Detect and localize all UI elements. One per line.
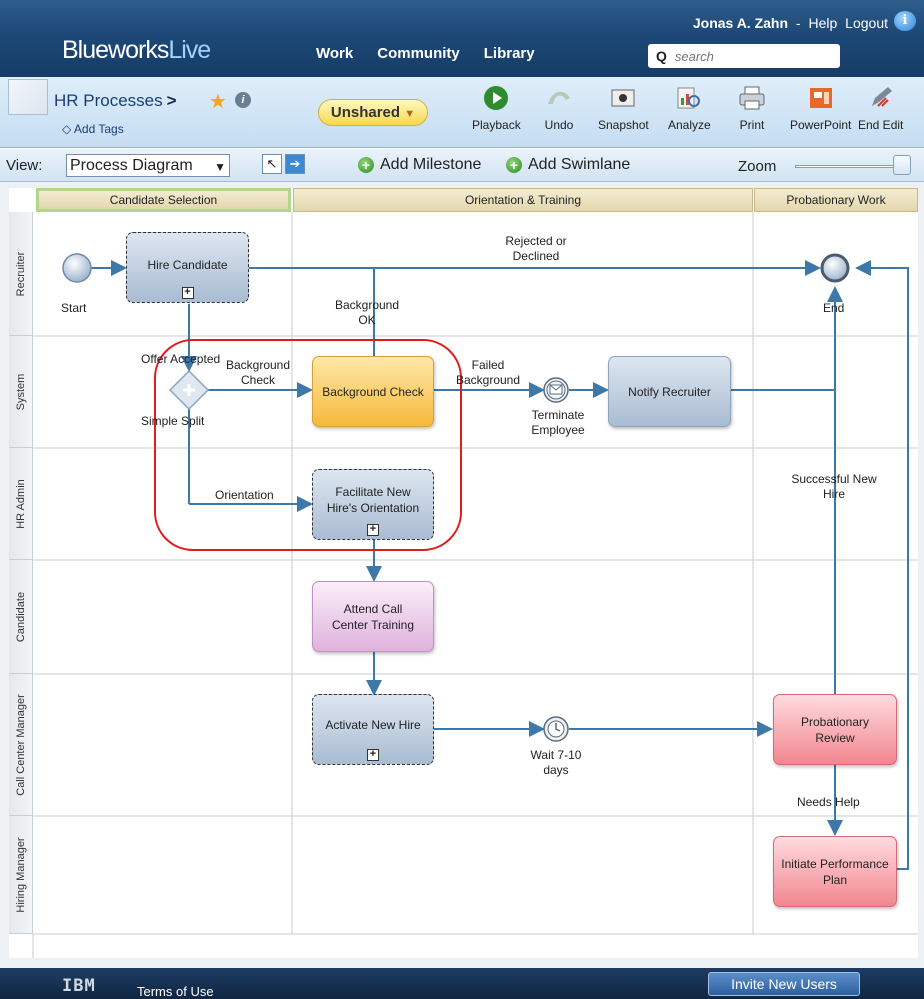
ibm-logo[interactable]: IBM <box>62 976 96 996</box>
plus-icon: + <box>506 157 522 173</box>
user-name[interactable]: Jonas A. Zahn <box>693 15 788 31</box>
help-info-icon[interactable]: i <box>894 11 916 31</box>
powerpoint-icon <box>806 83 836 113</box>
powerpoint-button[interactable]: PowerPoint <box>790 83 851 132</box>
simple-split-label: Simple Split <box>141 414 205 428</box>
task-activate-new-hire[interactable]: Activate New Hire + <box>312 694 434 765</box>
breadcrumb: HR Processes > <box>54 91 177 111</box>
plus-icon: + <box>358 157 374 173</box>
select-tool-icon[interactable]: ↖ <box>262 154 282 174</box>
favorite-star-icon[interactable]: ★ <box>209 89 227 114</box>
nav-community[interactable]: Community <box>377 45 460 62</box>
terminate-employee-label: Terminate Employee <box>531 408 585 437</box>
invite-new-users-button[interactable]: Invite New Users <box>708 972 860 996</box>
logo-main: Blueworks <box>62 36 169 64</box>
flow-label-background-ok: Background OK <box>334 298 400 327</box>
camera-icon <box>608 83 638 113</box>
breadcrumb-separator: > <box>166 91 177 110</box>
user-links: Jonas A. Zahn - Help Logout <box>692 15 888 31</box>
zoom-slider-track[interactable] <box>795 165 899 168</box>
flow-label-needs-help: Needs Help <box>797 795 860 809</box>
end-event <box>820 253 850 283</box>
terminate-message-event <box>543 377 569 403</box>
connect-tool-icon[interactable]: ➔ <box>285 154 305 174</box>
printer-icon <box>737 83 767 113</box>
share-status-button[interactable]: Unshared ▼ <box>318 99 428 126</box>
flow-label-offer-accepted: Offer Accepted <box>141 352 221 366</box>
add-milestone-button[interactable]: + Add Milestone <box>358 156 481 174</box>
logo-accent: Live <box>168 36 211 64</box>
nav-library[interactable]: Library <box>484 45 535 62</box>
end-label: End <box>823 301 845 315</box>
task-hire-candidate[interactable]: Hire Candidate + <box>126 232 249 303</box>
app-logo[interactable]: BlueworksLive <box>62 36 211 65</box>
undo-icon <box>544 83 574 113</box>
print-button[interactable]: Print <box>737 83 767 132</box>
tag-icon: ◇ <box>62 122 72 136</box>
top-banner: Jonas A. Zahn - Help Logout i BlueworksL… <box>0 0 924 77</box>
add-swimlane-button[interactable]: + Add Swimlane <box>506 156 630 174</box>
flow-label-successful-hire: Successful New Hire <box>791 472 877 501</box>
chevron-down-icon: ▼ <box>214 160 226 174</box>
task-probationary-review[interactable]: Probationary Review <box>773 694 897 765</box>
flow-label-failed-background: Failed Background <box>455 358 521 387</box>
analyze-icon <box>674 83 704 113</box>
expand-subprocess-icon[interactable]: + <box>181 287 194 299</box>
expand-subprocess-icon[interactable]: + <box>367 749 379 761</box>
undo-button[interactable]: Undo <box>544 83 574 132</box>
play-icon <box>481 83 511 113</box>
flow-label-background-check: Background Check <box>225 358 291 387</box>
help-link[interactable]: Help <box>808 15 837 31</box>
view-bar: View: Process Diagram ▼ ↖ ➔ + Add Milesto… <box>0 149 924 182</box>
view-label: View: <box>6 157 43 174</box>
search-input[interactable] <box>674 48 815 64</box>
zoom-label: Zoom <box>738 158 777 175</box>
expand-subprocess-icon[interactable]: + <box>367 524 379 536</box>
flow-label-rejected: Rejected or Declined <box>505 234 567 263</box>
pencil-icon <box>866 83 896 113</box>
start-event <box>62 253 92 283</box>
task-facilitate-orientation[interactable]: Facilitate New Hire's Orientation + <box>312 469 434 540</box>
wait-timer-event <box>543 716 569 742</box>
search-icon: Q <box>656 48 667 64</box>
process-toolbar: HR Processes > ★ i ◇ Add Tags Unshared ▼ … <box>0 77 924 148</box>
document-icon <box>8 79 48 115</box>
terms-of-use-link[interactable]: Terms of Use <box>137 984 214 999</box>
view-select[interactable]: Process Diagram ▼ <box>66 154 230 177</box>
snapshot-button[interactable]: Snapshot <box>598 83 649 132</box>
info-icon[interactable]: i <box>235 92 251 108</box>
flow-label-orientation: Orientation <box>215 488 274 502</box>
logout-link[interactable]: Logout <box>845 15 888 31</box>
task-attend-training[interactable]: Attend Call Center Training <box>312 581 434 652</box>
end-edit-button[interactable]: End Edit <box>858 83 903 132</box>
diagram-area[interactable]: Candidate Selection Orientation & Traini… <box>9 188 918 958</box>
breadcrumb-link[interactable]: HR Processes <box>54 91 163 110</box>
wait-label: Wait 7-10 days <box>530 748 582 777</box>
task-initiate-performance-plan[interactable]: Initiate Performance Plan <box>773 836 897 907</box>
playback-button[interactable]: Playback <box>472 83 521 132</box>
search-box: Q <box>648 44 840 68</box>
analyze-button[interactable]: Analyze <box>668 83 711 132</box>
zoom-slider-handle[interactable] <box>893 155 911 175</box>
nav-work[interactable]: Work <box>316 45 353 62</box>
task-notify-recruiter[interactable]: Notify Recruiter <box>608 356 731 427</box>
footer: IBM Terms of Use Invite New Users <box>0 968 924 999</box>
task-background-check[interactable]: Background Check <box>312 356 434 427</box>
start-label: Start <box>61 301 87 315</box>
add-tags-link[interactable]: ◇ Add Tags <box>62 122 124 136</box>
dropdown-arrow-icon: ▼ <box>404 108 416 120</box>
main-nav: Work Community Library <box>316 45 559 62</box>
diagram-canvas[interactable]: Candidate Selection Orientation & Traini… <box>0 182 924 968</box>
simple-split-gateway <box>168 369 210 411</box>
